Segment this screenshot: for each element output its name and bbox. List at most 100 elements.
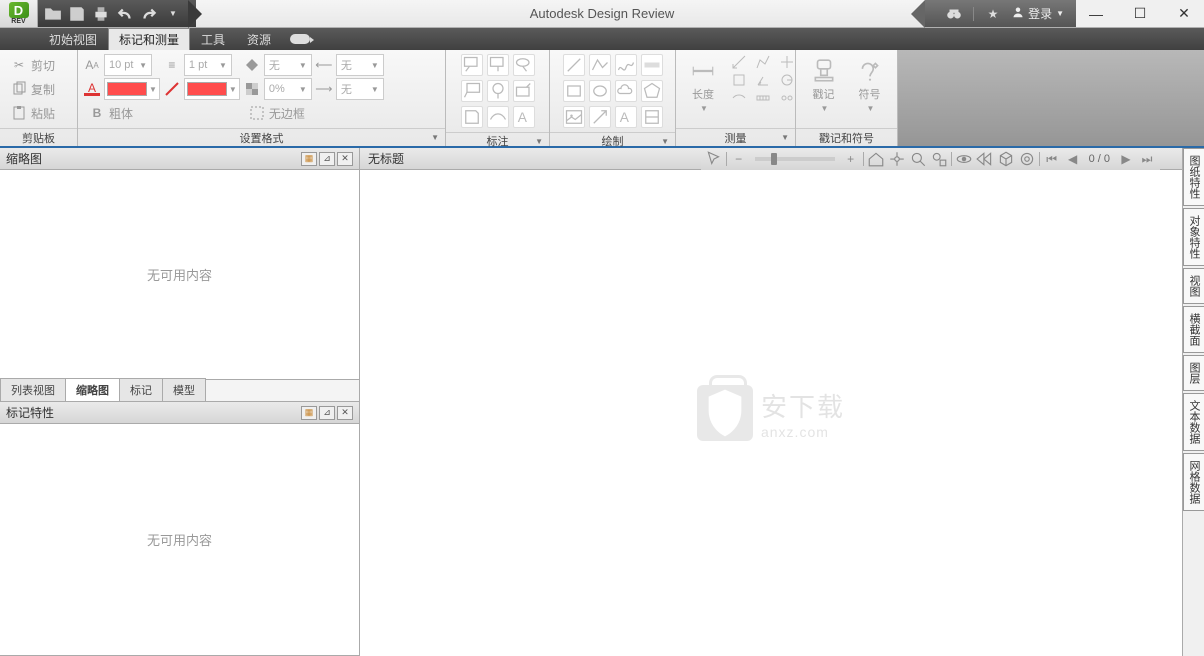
tab-list-view[interactable]: 列表视图 (0, 378, 66, 401)
rtab-layers[interactable]: 图层 (1183, 355, 1204, 391)
prev-page-icon[interactable]: ◀ (1064, 150, 1082, 168)
draw-polygon-icon[interactable] (641, 80, 663, 102)
viewcube-icon[interactable] (997, 150, 1015, 168)
undo-icon[interactable] (116, 5, 134, 23)
draw-text-icon[interactable]: A (615, 106, 637, 128)
cut-button[interactable]: ✂剪切 (6, 54, 71, 76)
measure-5-icon[interactable] (752, 72, 774, 88)
no-border-icon (249, 105, 265, 121)
qat-dropdown-icon[interactable]: ▼ (164, 5, 182, 23)
draw-line-icon[interactable] (563, 54, 585, 76)
draw-freehand-icon[interactable] (615, 54, 637, 76)
first-page-icon[interactable]: ⏮ (1043, 150, 1061, 168)
paste-button[interactable]: 粘贴 (6, 102, 71, 124)
callout-2-icon[interactable] (487, 54, 509, 76)
rtab-text-data[interactable]: 文本数据 (1183, 393, 1204, 451)
draw-highlight-icon[interactable] (641, 54, 663, 76)
callout-9-icon[interactable]: A (513, 106, 535, 128)
draw-arrow-icon[interactable] (589, 106, 611, 128)
rtab-cross-section[interactable]: 横截面 (1183, 306, 1204, 353)
rtab-grid-data[interactable]: 网格数据 (1183, 453, 1204, 511)
measure-3-icon[interactable] (776, 54, 798, 70)
line-start-combo[interactable]: 无▼ (336, 54, 384, 76)
zoom-in-icon[interactable]: + (842, 150, 860, 168)
redo-icon[interactable] (140, 5, 158, 23)
print-icon[interactable] (92, 5, 110, 23)
draw-polyline-icon[interactable] (589, 54, 611, 76)
measure-2-icon[interactable] (752, 54, 774, 70)
zoom-window-icon[interactable] (930, 150, 948, 168)
callout-4-icon[interactable] (461, 80, 483, 102)
measure-6-icon[interactable] (776, 72, 798, 88)
minimize-button[interactable]: — (1084, 4, 1108, 24)
no-border-button[interactable]: 无边框 (244, 102, 312, 124)
open-icon[interactable] (44, 5, 62, 23)
draw-rect-icon[interactable] (563, 80, 585, 102)
opacity-combo[interactable]: 0%▼ (264, 78, 312, 100)
ribbon-toggle-icon[interactable] (282, 28, 318, 50)
callout-1-icon[interactable] (461, 54, 483, 76)
select-icon[interactable] (705, 150, 723, 168)
rtab-views[interactable]: 视图 (1183, 268, 1204, 304)
rtab-sheet-props[interactable]: 图纸特性 (1183, 148, 1204, 206)
symbol-button[interactable]: 符号 ▼ (849, 54, 891, 117)
zoom-icon[interactable] (909, 150, 927, 168)
callout-7-icon[interactable] (461, 106, 483, 128)
measure-7-icon[interactable] (728, 90, 750, 106)
orbit-icon[interactable] (955, 150, 973, 168)
callout-8-icon[interactable] (487, 106, 509, 128)
draw-cloud-icon[interactable] (615, 80, 637, 102)
tab-model[interactable]: 模型 (162, 378, 206, 401)
stamp-button[interactable]: 戳记 ▼ (803, 54, 845, 117)
font-color-combo[interactable]: ▼ (104, 78, 160, 100)
font-size-combo[interactable]: 10 pt▼ (104, 54, 152, 76)
tab-resources[interactable]: 资源 (236, 28, 282, 50)
measure-9-icon[interactable] (776, 90, 798, 106)
rewind-icon[interactable] (976, 150, 994, 168)
binoculars-icon[interactable] (945, 5, 963, 23)
save-icon[interactable] (68, 5, 86, 23)
last-page-icon[interactable]: ⏭ (1138, 150, 1156, 168)
tab-tools[interactable]: 工具 (190, 28, 236, 50)
tab-initial-view[interactable]: 初始视图 (38, 28, 108, 50)
pan-icon[interactable] (888, 150, 906, 168)
star-icon[interactable]: ★ (984, 5, 1002, 23)
draw-more-icon[interactable] (641, 106, 663, 128)
measure-4-icon[interactable] (728, 72, 750, 88)
line-color-combo[interactable]: ▼ (184, 78, 240, 100)
wheel-icon[interactable] (1018, 150, 1036, 168)
close-button[interactable]: ✕ (1172, 4, 1196, 24)
next-page-icon[interactable]: ▶ (1117, 150, 1135, 168)
canvas-area[interactable]: 安下载 anxz.com (360, 170, 1182, 656)
measure-1-icon[interactable] (728, 54, 750, 70)
zoom-slider[interactable] (755, 157, 835, 161)
tab-markup-measure[interactable]: 标记和测量 (108, 28, 190, 50)
pane-pin-icon-2[interactable]: ⊿ (319, 406, 335, 420)
line-weight-combo[interactable]: 1 pt▼ (184, 54, 232, 76)
length-button[interactable]: 长度 ▼ (682, 54, 724, 117)
draw-ellipse-icon[interactable] (589, 80, 611, 102)
pane-close-icon[interactable]: ✕ (337, 152, 353, 166)
login-button[interactable]: 登录 ▼ (1012, 5, 1064, 22)
pane-pin-icon[interactable]: ⊿ (319, 152, 335, 166)
pane-options-icon[interactable]: ▦ (301, 152, 317, 166)
tab-thumbnails[interactable]: 缩略图 (65, 378, 120, 401)
line-end-combo[interactable]: 无▼ (336, 78, 384, 100)
rtab-object-props[interactable]: 对象特性 (1183, 208, 1204, 266)
app-logo[interactable]: D REV (0, 0, 38, 27)
tab-markup[interactable]: 标记 (119, 378, 163, 401)
zoom-out-icon[interactable]: − (730, 150, 748, 168)
draw-image-icon[interactable] (563, 106, 585, 128)
pane-options-icon-2[interactable]: ▦ (301, 406, 317, 420)
home-icon[interactable] (867, 150, 885, 168)
callout-5-icon[interactable] (487, 80, 509, 102)
pane-close-icon-2[interactable]: ✕ (337, 406, 353, 420)
maximize-button[interactable]: ☐ (1128, 4, 1152, 24)
measure-8-icon[interactable] (752, 90, 774, 106)
callout-6-icon[interactable] (513, 80, 535, 102)
canvas-tab-title[interactable]: 无标题 (368, 150, 404, 167)
bold-button[interactable]: B粗体 (84, 102, 160, 124)
fill-combo[interactable]: 无▼ (264, 54, 312, 76)
copy-button[interactable]: 复制 (6, 78, 71, 100)
callout-3-icon[interactable] (513, 54, 535, 76)
